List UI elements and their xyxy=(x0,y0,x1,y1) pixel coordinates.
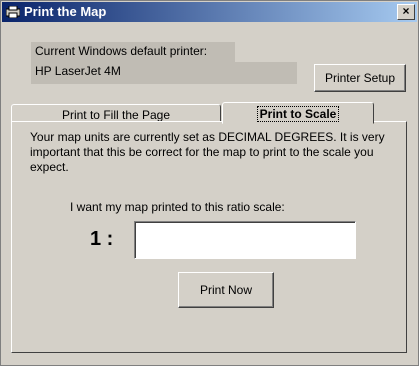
ratio-prefix: 1 : xyxy=(90,228,114,250)
tab-label: Print to Fill the Page xyxy=(61,108,171,122)
printer-map-icon xyxy=(6,6,20,18)
print-map-dialog: Print the Map × Current Windows default … xyxy=(0,0,419,366)
units-message: Your map units are currently set as DECI… xyxy=(30,130,385,174)
print-to-scale-panel: Your map units are currently set as DECI… xyxy=(11,121,407,353)
printer-setup-button[interactable]: Printer Setup xyxy=(314,64,406,92)
scale-input[interactable] xyxy=(134,221,356,259)
window-title: Print the Map xyxy=(24,4,107,19)
tab-label: Print to Scale xyxy=(256,106,340,122)
title-bar[interactable]: Print the Map × xyxy=(2,2,417,22)
default-printer-label: Current Windows default printer: xyxy=(31,42,235,62)
ratio-scale-label: I want my map printed to this ratio scal… xyxy=(70,200,285,214)
close-button[interactable]: × xyxy=(397,4,415,20)
tab-print-to-scale[interactable]: Print to Scale xyxy=(222,102,374,124)
default-printer-name: HP LaserJet 4M xyxy=(31,62,297,84)
print-now-button[interactable]: Print Now xyxy=(178,272,274,308)
